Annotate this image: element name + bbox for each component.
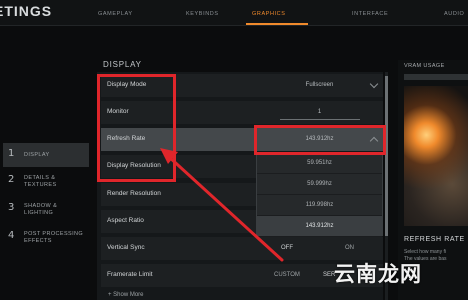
vsync-on-option[interactable]: ON (345, 245, 354, 251)
category-shadow-lighting[interactable]: 3 SHADOW & LIGHTING (0, 200, 90, 224)
annotation-box-labels (97, 74, 176, 182)
category-number: 3 (8, 202, 15, 213)
vsync-off-option[interactable]: OFF (281, 245, 293, 251)
category-post-processing[interactable]: 4 POST PROCESSING EFFECTS (0, 228, 90, 252)
refresh-rate-dropdown: 59.951hz 59.999hz 119.998hz 143.912hz (256, 152, 383, 237)
active-tab-indicator (246, 23, 308, 25)
setting-label: Vertical Sync (107, 244, 145, 251)
category-label: SHADOW & LIGHTING (24, 203, 58, 216)
category-label: DISPLAY (24, 152, 50, 158)
framerate-custom-option[interactable]: CUSTOM (274, 272, 300, 278)
setting-label: Render Resolution (107, 190, 161, 197)
setting-value: Fullscreen (305, 82, 334, 88)
tab-gameplay[interactable]: GAMEPLAY (98, 11, 133, 17)
tab-keybinds[interactable]: KEYBINDS (186, 11, 219, 17)
dropdown-option[interactable]: 119.998hz (257, 195, 382, 216)
setting-label: Framerate Limit (107, 271, 153, 278)
category-label: DETAILS & TEXTURES (24, 175, 57, 188)
setting-label: Aspect Ratio (107, 217, 144, 224)
dropdown-option[interactable]: 59.999hz (257, 174, 382, 195)
annotation-box-refresh-value (254, 125, 386, 155)
preview-description-line: Select how many fi (404, 249, 446, 255)
page-title: ETINGS (0, 3, 53, 19)
setting-row-vertical-sync[interactable]: Vertical Sync OFF ON (101, 237, 383, 260)
display-mode-select[interactable]: Fullscreen (256, 74, 383, 97)
input-underline (280, 119, 360, 120)
preview-title: REFRESH RATE (404, 236, 465, 243)
dropdown-option[interactable]: 59.951hz (257, 153, 382, 174)
show-more-link[interactable]: + Show More (108, 292, 144, 298)
category-number: 4 (8, 230, 15, 241)
category-number: 1 (8, 148, 15, 159)
vram-usage-bar (404, 74, 468, 80)
dropdown-option-selected[interactable]: 143.912hz (257, 216, 382, 237)
category-display[interactable]: 1 DISPLAY (0, 143, 90, 167)
top-bar: ETINGS GAMEPLAY KEYBINDS GRAPHICS INTERF… (0, 0, 468, 26)
tab-audio[interactable]: AUDIO (444, 11, 464, 17)
setting-value: 1 (317, 109, 322, 115)
scrollbar-thumb[interactable] (385, 76, 388, 236)
category-label: POST PROCESSING EFFECTS (24, 231, 84, 244)
section-title: DISPLAY (103, 60, 142, 69)
preview-image (404, 86, 468, 226)
category-number: 2 (8, 174, 15, 185)
tab-graphics[interactable]: GRAPHICS (252, 11, 286, 17)
monitor-input[interactable]: 1 (256, 101, 383, 124)
category-details-textures[interactable]: 2 DETAILS & TEXTURES (0, 172, 90, 196)
tab-interface[interactable]: INTERFACE (352, 11, 388, 17)
watermark-text: 云南龙网 (334, 262, 422, 286)
vram-usage-label: VRAM USAGE (404, 63, 445, 69)
